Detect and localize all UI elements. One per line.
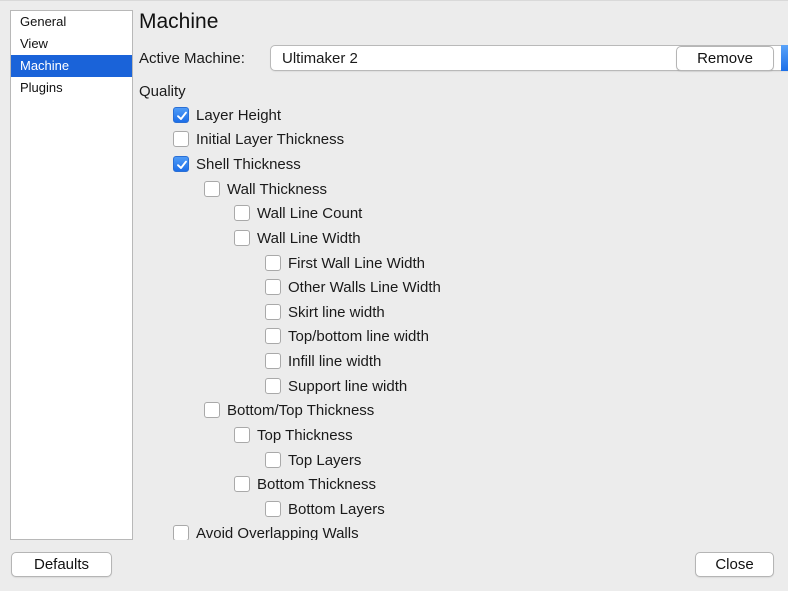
- setting-label: Top Thickness: [257, 427, 353, 444]
- checkbox[interactable]: [234, 476, 250, 492]
- setting-label: Other Walls Line Width: [288, 279, 441, 296]
- setting-label: Shell Thickness: [196, 156, 301, 173]
- setting-label: Bottom Layers: [288, 501, 385, 518]
- checkbox[interactable]: [265, 452, 281, 468]
- checkmark-icon: [177, 160, 187, 169]
- checkbox[interactable]: [204, 181, 220, 197]
- setting-label: First Wall Line Width: [288, 255, 425, 272]
- setting-label: Top/bottom line width: [288, 328, 429, 345]
- setting-label: Support line width: [288, 378, 408, 395]
- setting-label: Layer Height: [196, 107, 282, 124]
- setting-label: Avoid Overlapping Walls: [196, 525, 359, 540]
- checkbox[interactable]: [265, 279, 281, 295]
- checkbox[interactable]: [265, 353, 281, 369]
- checkbox-checked[interactable]: [173, 156, 189, 172]
- setting-label: Wall Thickness: [227, 181, 328, 198]
- defaults-button[interactable]: Defaults: [11, 552, 112, 577]
- checkbox[interactable]: [173, 525, 189, 540]
- setting-label: Wall Line Width: [257, 230, 361, 247]
- checkbox[interactable]: [265, 255, 281, 271]
- checkbox[interactable]: [204, 402, 220, 418]
- checkbox[interactable]: [265, 501, 281, 517]
- close-button[interactable]: Close: [695, 552, 774, 577]
- setting-label: Initial Layer Thickness: [196, 131, 345, 148]
- checkbox[interactable]: [265, 378, 281, 394]
- setting-label: Bottom/Top Thickness: [227, 402, 375, 419]
- setting-label: Wall Line Count: [257, 205, 363, 222]
- settings-list: Layer Height Initial Layer Thickness She…: [0, 0, 788, 540]
- checkbox[interactable]: [234, 427, 250, 443]
- checkbox-checked[interactable]: [173, 107, 189, 123]
- checkbox[interactable]: [173, 131, 189, 147]
- checkbox[interactable]: [265, 304, 281, 320]
- setting-label: Bottom Thickness: [257, 476, 376, 493]
- checkbox[interactable]: [234, 230, 250, 246]
- checkmark-icon: [177, 111, 187, 120]
- setting-label: Infill line width: [288, 353, 382, 370]
- checkbox[interactable]: [234, 205, 250, 221]
- setting-label: Top Layers: [288, 452, 362, 469]
- checkbox[interactable]: [265, 328, 281, 344]
- setting-label: Skirt line width: [288, 304, 385, 321]
